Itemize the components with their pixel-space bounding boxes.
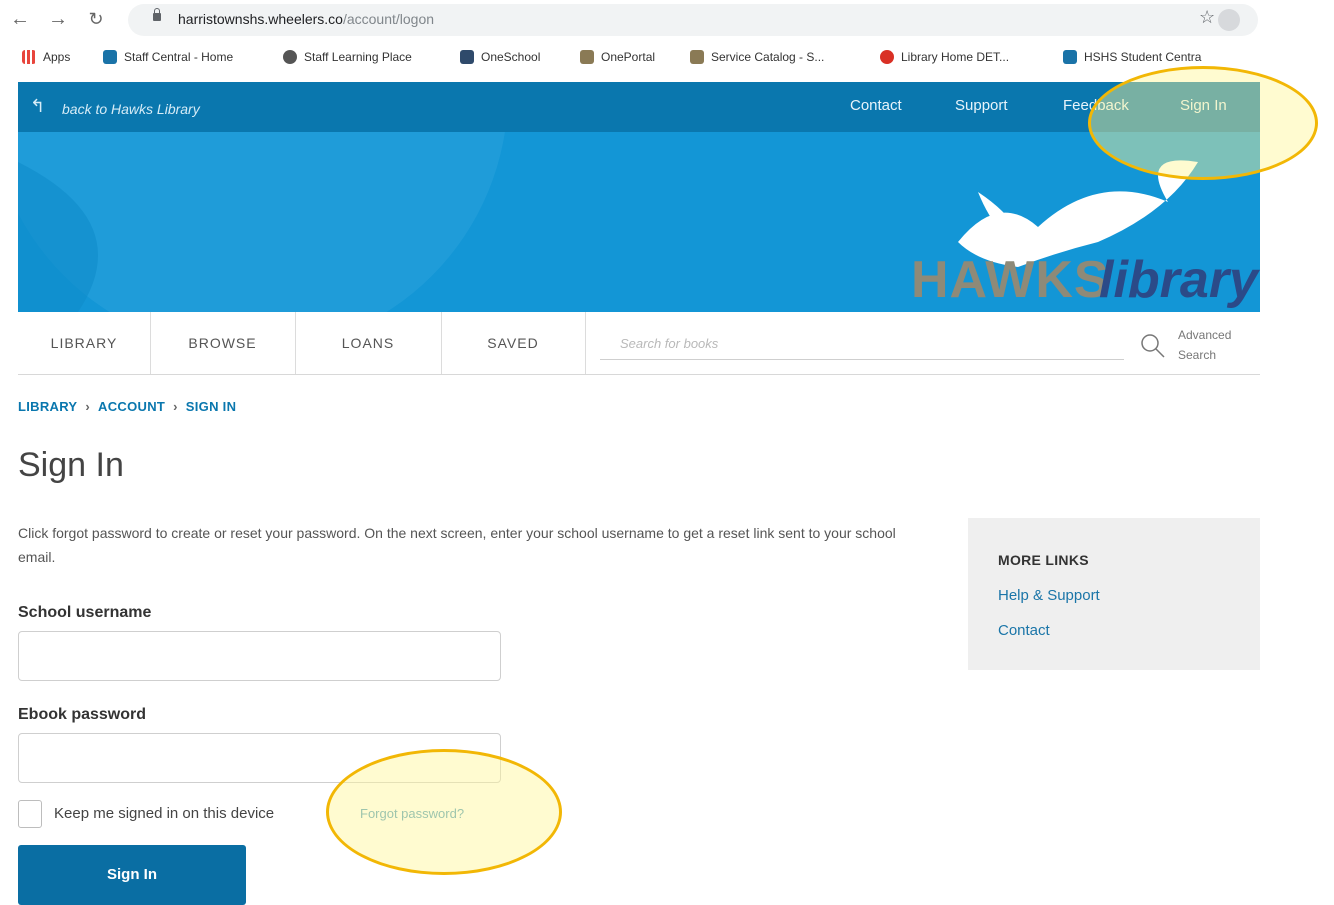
highlight-sign-in-annotation — [1088, 66, 1318, 180]
bookmark-apps[interactable]: Apps — [22, 50, 70, 64]
library-icon — [880, 50, 894, 64]
sign-in-button[interactable]: Sign In — [18, 845, 246, 905]
keep-signed-in-label[interactable]: Keep me signed in on this device — [54, 805, 274, 822]
help-support-link[interactable]: Help & Support — [998, 587, 1100, 604]
back-to-library-link[interactable]: back to Hawks Library — [62, 101, 200, 117]
page-title: Sign In — [18, 446, 124, 484]
bookmark-staff-central[interactable]: Staff Central - Home — [103, 50, 233, 64]
bookmark-library-home[interactable]: Library Home DET... — [880, 50, 1009, 64]
nav-library[interactable]: LIBRARY — [18, 312, 150, 374]
bookmark-star-icon[interactable]: ☆ — [1199, 7, 1215, 28]
site-icon — [1063, 50, 1077, 64]
contact-link[interactable]: Contact — [850, 97, 902, 114]
search-input[interactable] — [600, 328, 1124, 360]
back-arrow-icon[interactable]: ← — [8, 8, 32, 31]
chevron-right-icon: › — [173, 399, 178, 414]
username-label: School username — [18, 604, 152, 621]
bookmark-oneportal[interactable]: OnePortal — [580, 50, 655, 64]
nav-divider — [585, 312, 586, 374]
support-link[interactable]: Support — [955, 97, 1008, 114]
crest-icon — [580, 50, 594, 64]
library-banner: HAWKS library — [18, 132, 1260, 312]
more-links-title: MORE LINKS — [998, 552, 1089, 568]
advanced-search-link[interactable]: Advanced Search — [1178, 325, 1231, 365]
bookmark-oneschool[interactable]: OneSchool — [460, 50, 540, 64]
logo-text-hawks: HAWKS — [911, 251, 1110, 309]
profile-avatar-icon[interactable] — [1218, 9, 1240, 31]
nav-loans[interactable]: LOANS — [295, 312, 441, 374]
contact-sidebar-link[interactable]: Contact — [998, 622, 1050, 639]
bookmark-staff-learning-place[interactable]: Staff Learning Place — [283, 50, 412, 64]
nav-saved[interactable]: SAVED — [441, 312, 585, 374]
breadcrumb-account[interactable]: ACCOUNT — [98, 399, 165, 414]
password-label: Ebook password — [18, 706, 147, 723]
forward-arrow-icon[interactable]: → — [46, 8, 70, 31]
site-icon — [103, 50, 117, 64]
lock-icon — [153, 8, 161, 21]
username-input[interactable] — [18, 631, 501, 681]
url-text[interactable]: harristownshs.wheelers.co/account/logon — [178, 11, 434, 27]
chevron-right-icon: › — [85, 399, 91, 414]
logo-text-library: library — [1099, 251, 1258, 309]
back-arrow-icon[interactable]: ↰ — [30, 96, 45, 117]
oneschool-icon — [460, 50, 474, 64]
highlight-forgot-password-annotation — [326, 749, 562, 875]
nav-browse[interactable]: BROWSE — [150, 312, 295, 374]
breadcrumb-sign-in[interactable]: SIGN IN — [186, 399, 237, 414]
intro-text: Click forgot password to create or reset… — [18, 525, 896, 565]
crest-icon — [690, 50, 704, 64]
globe-icon — [283, 50, 297, 64]
search-icon[interactable] — [1140, 333, 1166, 359]
keep-signed-in-checkbox[interactable] — [18, 800, 42, 828]
reload-icon[interactable]: ↻ — [84, 9, 108, 30]
bookmark-service-catalog[interactable]: Service Catalog - S... — [690, 50, 824, 64]
breadcrumb: LIBRARY › ACCOUNT › SIGN IN — [18, 399, 236, 414]
bookmark-hshs-student[interactable]: HSHS Student Centra — [1063, 50, 1201, 64]
breadcrumb-library[interactable]: LIBRARY — [18, 399, 77, 414]
apps-grid-icon — [22, 50, 36, 64]
